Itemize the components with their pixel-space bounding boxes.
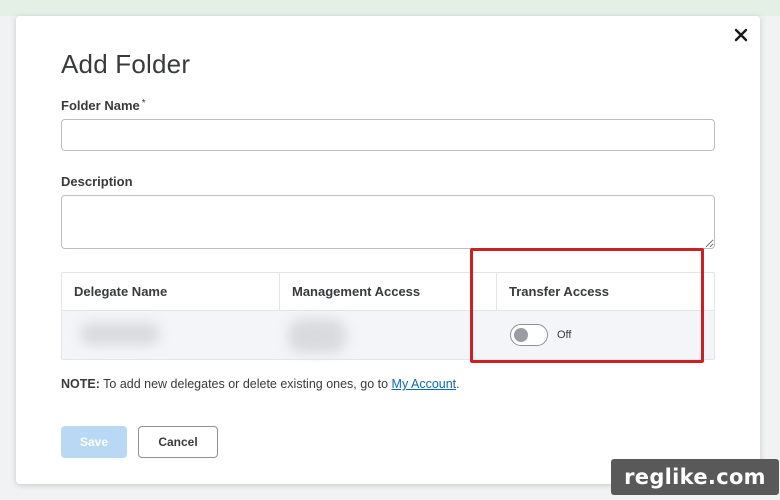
redacted-management-access [288,319,346,353]
description-label: Description [61,174,133,189]
required-mark: * [141,98,146,109]
redacted-delegate-name [80,323,160,345]
transfer-access-cell: Off [497,311,714,359]
toggle-track[interactable] [510,324,548,346]
toggle-knob [514,328,528,342]
watermark-badge: reglike.com [611,459,779,495]
description-textarea[interactable] [61,195,715,249]
add-folder-dialog: Add Folder Folder Name * Description Dele… [16,16,760,484]
save-button[interactable]: Save [61,426,127,458]
cancel-button[interactable]: Cancel [138,426,218,458]
background-top-strip [0,0,780,16]
note-text: To add new delegates or delete existing … [99,377,392,391]
close-icon [734,28,748,42]
column-header-management-access: Management Access [280,273,497,311]
management-access-cell [280,311,497,359]
folder-name-label: Folder Name * [61,98,146,113]
transfer-access-toggle[interactable]: Off [510,324,571,346]
table-row: Off [62,311,714,359]
delegates-table: Delegate Name Management Access Transfer… [61,272,715,360]
toggle-state-label: Off [557,329,572,341]
my-account-link[interactable]: My Account [392,377,457,391]
table-header: Delegate Name Management Access Transfer… [62,273,714,311]
column-header-delegate-name: Delegate Name [62,273,280,311]
column-header-transfer-access: Transfer Access [509,284,609,299]
close-button[interactable] [732,26,750,44]
note-prefix: NOTE: [61,377,100,391]
note-suffix: . [456,377,460,391]
dialog-title: Add Folder [61,49,191,79]
delegate-name-cell [62,311,280,359]
delegates-note: NOTE: To add new delegates or delete exi… [61,377,460,391]
folder-name-label-text: Folder Name [61,98,140,113]
folder-name-input[interactable] [61,119,715,151]
